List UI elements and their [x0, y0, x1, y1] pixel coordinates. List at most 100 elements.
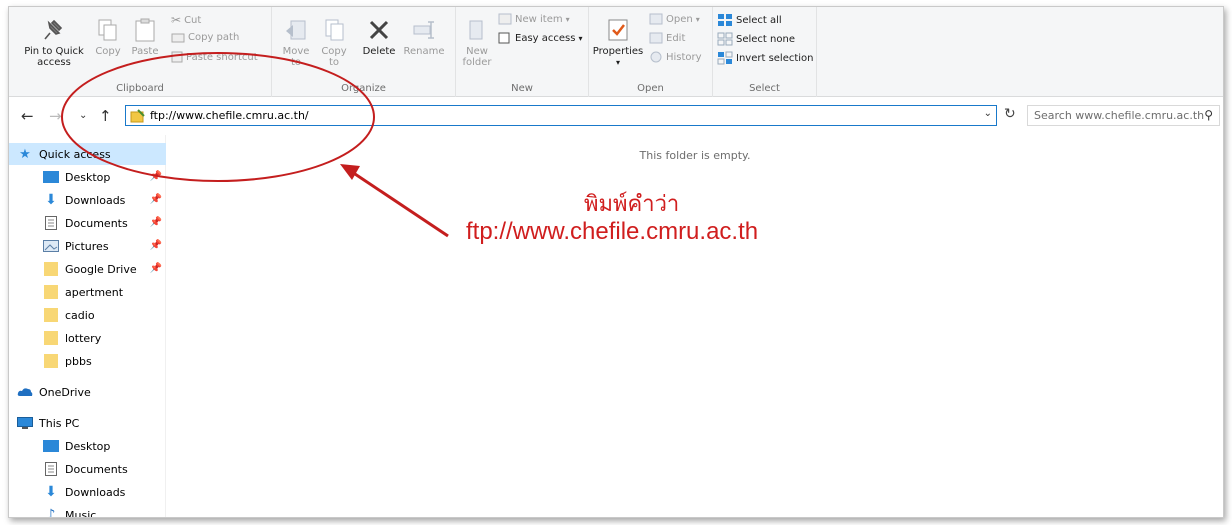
sidebar-item-pbbs[interactable]: pbbs [9, 350, 166, 372]
delete-button[interactable]: Delete [360, 17, 398, 57]
properties-button[interactable]: Properties ▾ [591, 17, 645, 68]
pin-icon[interactable]: 📌 [150, 263, 162, 274]
forward-arrow-icon[interactable]: → [49, 107, 62, 125]
move-to-button[interactable]: Move to [280, 17, 312, 68]
refresh-icon[interactable]: ↻ [1004, 106, 1016, 122]
rename-button[interactable]: Rename [402, 17, 446, 57]
new-folder-label-line2: folder [462, 57, 492, 68]
sidebar-item-label: Pictures [65, 239, 109, 253]
new-group-label: New [511, 83, 533, 94]
sidebar-item-label: Desktop [65, 170, 111, 184]
copy-path-icon [171, 33, 185, 42]
copy-button[interactable]: Copy [93, 17, 123, 57]
sidebar-item-pc-music[interactable]: ♪ Music [9, 504, 166, 517]
sidebar-item-label: Quick access [39, 147, 111, 161]
sidebar-item-quick-access[interactable]: ★ Quick access [9, 143, 166, 165]
copy-to-button[interactable]: Copy to [318, 17, 350, 68]
document-icon [43, 462, 59, 476]
select-all-label: Select all [736, 14, 782, 26]
paste-shortcut-label: Paste shortcut [186, 51, 258, 63]
copy-to-label-line2: to [328, 57, 340, 68]
chevron-down-icon: ▾ [695, 14, 700, 24]
cut-button[interactable]: ✂ Cut [171, 13, 201, 27]
search-input[interactable]: Search www.chefile.cmru.ac.th ⚲ [1027, 105, 1220, 126]
search-icon[interactable]: ⚲ [1204, 108, 1213, 122]
sidebar-item-label: cadio [65, 308, 95, 322]
sidebar-item-pc-documents[interactable]: Documents [9, 458, 166, 480]
document-icon [43, 216, 59, 230]
sidebar-item-label: lottery [65, 331, 102, 345]
ribbon: Pin to Quick access Copy Paste ✂ Cut Cop… [9, 7, 1223, 97]
cloud-icon [17, 385, 33, 399]
edit-button[interactable]: Edit [649, 32, 685, 44]
pictures-icon [43, 239, 59, 253]
select-all-button[interactable]: Select all [717, 13, 782, 27]
open-label: Open [666, 13, 693, 25]
up-arrow-icon[interactable]: ↑ [99, 107, 112, 125]
sidebar-item-label: Downloads [65, 485, 126, 499]
new-item-icon [498, 13, 512, 25]
sidebar-item-onedrive[interactable]: OneDrive [9, 381, 166, 403]
folder-icon [43, 285, 59, 299]
invert-selection-button[interactable]: Invert selection [717, 51, 814, 65]
back-arrow-icon[interactable]: ← [21, 107, 34, 125]
properties-label: Properties [592, 46, 644, 57]
pin-label-line1: Pin to Quick [24, 46, 84, 57]
search-placeholder: Search www.chefile.cmru.ac.th [1034, 109, 1205, 122]
open-button[interactable]: Open ▾ [649, 13, 700, 25]
clipboard-group-label: Clipboard [116, 83, 164, 94]
sidebar-item-pc-downloads[interactable]: ⬇ Downloads [9, 481, 166, 503]
select-group: Select all Select none Invert selection … [713, 7, 817, 97]
sidebar-item-cadio[interactable]: cadio [9, 304, 166, 326]
sidebar-item-downloads[interactable]: ⬇ Downloads 📌 [9, 189, 166, 211]
paste-button[interactable]: Paste [127, 17, 163, 57]
organize-group: Move to Copy to Delete Rename Organize [272, 7, 456, 97]
sidebar-item-this-pc[interactable]: This PC [9, 412, 166, 434]
sidebar-item-apertment[interactable]: apertment [9, 281, 166, 303]
pin-icon[interactable]: 📌 [150, 217, 162, 228]
open-group-label: Open [637, 83, 664, 94]
easy-access-button[interactable]: Easy access ▾ [498, 32, 582, 44]
sidebar-item-google-drive[interactable]: Google Drive 📌 [9, 258, 166, 280]
sidebar-item-label: Google Drive [65, 262, 137, 276]
paste-shortcut-button[interactable]: Paste shortcut [171, 51, 258, 63]
desktop-icon [43, 170, 59, 184]
copy-icon [98, 19, 117, 41]
select-none-button[interactable]: Select none [717, 32, 795, 46]
new-item-label: New item [515, 13, 563, 25]
sidebar-item-label: pbbs [65, 354, 92, 368]
organize-group-label: Organize [341, 83, 386, 94]
copy-path-label: Copy path [188, 32, 240, 43]
file-list-area[interactable]: This folder is empty. [167, 135, 1223, 517]
copy-label: Copy [95, 46, 121, 57]
history-button[interactable]: History [649, 51, 702, 63]
sidebar-item-label: apertment [65, 285, 124, 299]
navigation-pane: ★ Quick access Desktop 📌 ⬇ Downloads 📌 D… [9, 135, 166, 517]
rename-icon [413, 21, 434, 39]
history-icon [650, 51, 662, 63]
pin-icon[interactable]: 📌 [150, 194, 162, 205]
sidebar-item-label: This PC [39, 416, 80, 430]
sidebar-item-desktop[interactable]: Desktop 📌 [9, 166, 166, 188]
new-folder-button[interactable]: New folder [460, 17, 494, 68]
star-icon: ★ [19, 146, 31, 162]
sidebar-item-pictures[interactable]: Pictures 📌 [9, 235, 166, 257]
new-group: New folder New item ▾ Easy access ▾ New [456, 7, 589, 97]
chevron-down-icon: ▾ [615, 58, 620, 67]
address-bar[interactable]: ftp://www.chefile.cmru.ac.th/ ⌄ [125, 105, 997, 126]
chevron-down-icon: ▾ [565, 14, 570, 24]
pin-icon[interactable]: 📌 [150, 240, 162, 251]
new-item-button[interactable]: New item ▾ [498, 13, 570, 25]
sidebar-item-pc-desktop[interactable]: Desktop [9, 435, 166, 457]
edit-label: Edit [666, 32, 686, 44]
copy-path-button[interactable]: Copy path [171, 32, 239, 43]
pin-icon[interactable]: 📌 [150, 171, 162, 182]
address-dropdown-chevron-icon[interactable]: ⌄ [984, 108, 992, 119]
pin-to-quick-access-button[interactable]: Pin to Quick access [15, 17, 93, 68]
address-row: ← → ⌄ ↑ ftp://www.chefile.cmru.ac.th/ ⌄ … [9, 103, 1223, 129]
edit-icon [649, 32, 663, 44]
recent-locations-chevron-icon[interactable]: ⌄ [79, 110, 87, 121]
sidebar-item-documents[interactable]: Documents 📌 [9, 212, 166, 234]
select-none-label: Select none [736, 33, 795, 45]
sidebar-item-lottery[interactable]: lottery [9, 327, 166, 349]
